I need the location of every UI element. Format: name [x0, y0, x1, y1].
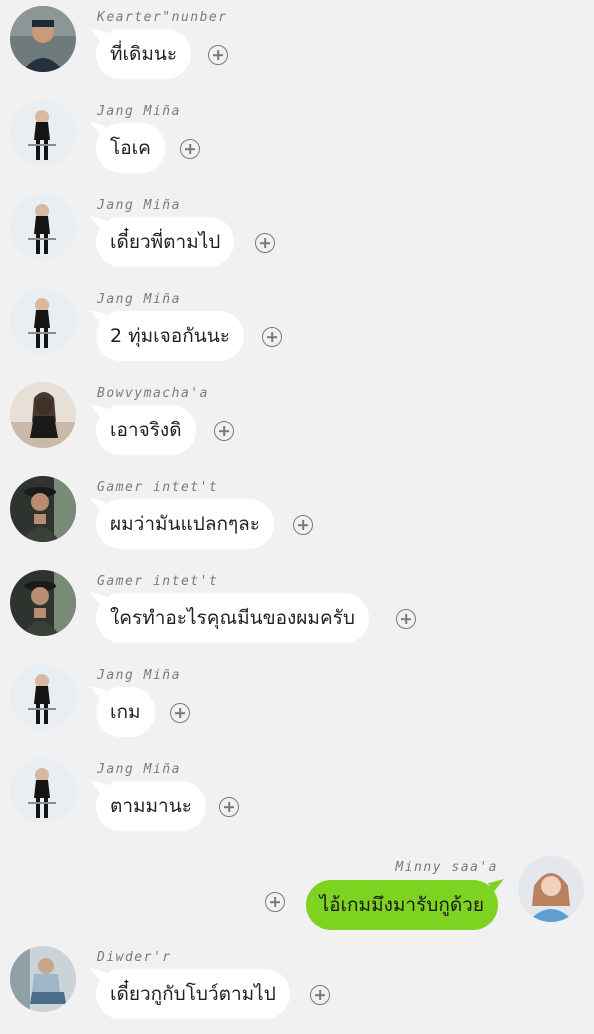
plus-circle-icon[interactable]: [214, 421, 234, 441]
plus-circle-icon[interactable]: [293, 515, 313, 535]
plus-circle-icon[interactable]: [208, 45, 228, 65]
avatar[interactable]: [10, 758, 76, 824]
sender-name: Diwder'r: [97, 950, 172, 965]
sender-name: Minny saa'a: [395, 860, 498, 875]
message-row: Gamer intet't ใครทำอะไรคุณมีนของผมครับ: [0, 564, 594, 658]
avatar[interactable]: [10, 382, 76, 448]
plus-circle-icon[interactable]: [265, 892, 285, 912]
message-bubble[interactable]: เอาจริงดิ: [96, 405, 196, 455]
message-bubble-outgoing[interactable]: ไอ้เกมมึงมารับกูด้วย: [305, 880, 498, 930]
avatar[interactable]: [10, 476, 76, 542]
message-bubble[interactable]: เดี๋ยวกูกับโบว์ตามไป: [96, 969, 290, 1019]
sender-name: Jang Miña: [97, 292, 181, 307]
plus-circle-icon[interactable]: [396, 609, 416, 629]
message-row: Jang Miña เกม: [0, 658, 594, 752]
message-bubble[interactable]: โอเค: [96, 123, 165, 173]
avatar[interactable]: [10, 6, 76, 72]
message-bubble[interactable]: ตามมานะ: [96, 781, 206, 831]
message-bubble[interactable]: เกม: [96, 687, 155, 737]
message-row-outgoing: Minny saa'a ไอ้เกมมึงมารับกูด้วย: [0, 846, 594, 940]
message-bubble[interactable]: 2 ทุ่มเจอกันนะ: [96, 311, 244, 361]
sender-name: Jang Miña: [97, 668, 181, 683]
avatar[interactable]: [10, 664, 76, 730]
sender-name: Bowvymacha'a: [97, 386, 209, 401]
plus-circle-icon[interactable]: [262, 327, 282, 347]
sender-name: Gamer intet't: [97, 480, 219, 495]
avatar[interactable]: [10, 288, 76, 354]
avatar[interactable]: [10, 570, 76, 636]
message-row: Jang Miña โอเค: [0, 94, 594, 188]
sender-name: Gamer intet't: [97, 574, 219, 589]
message-bubble[interactable]: ผมว่ามันแปลกๆละ: [96, 499, 275, 549]
sender-name: Jang Miña: [97, 198, 181, 213]
sender-name: Jang Miña: [97, 762, 181, 777]
plus-circle-icon[interactable]: [255, 233, 275, 253]
message-bubble[interactable]: เดี๋ยวพี่ตามไป: [96, 217, 235, 267]
message-row: Jang Miña 2 ทุ่มเจอกันนะ: [0, 282, 594, 376]
message-row: Jang Miña เดี๋ยวพี่ตามไป: [0, 188, 594, 282]
message-row: Gamer intet't ผมว่ามันแปลกๆละ: [0, 470, 594, 564]
avatar[interactable]: [10, 194, 76, 260]
message-bubble[interactable]: ใครทำอะไรคุณมีนของผมครับ: [96, 593, 369, 643]
message-bubble[interactable]: ที่เดิมนะ: [96, 29, 192, 79]
message-row: Diwder'r เดี๋ยวกูกับโบว์ตามไป: [0, 940, 594, 1034]
sender-name: Kearter"nunber: [97, 10, 228, 25]
avatar[interactable]: [10, 100, 76, 166]
sender-name: Jang Miña: [97, 104, 181, 119]
plus-circle-icon[interactable]: [219, 797, 239, 817]
plus-circle-icon[interactable]: [170, 703, 190, 723]
plus-circle-icon[interactable]: [180, 139, 200, 159]
message-row: Kearter"nunber ที่เดิมนะ: [0, 0, 594, 94]
avatar[interactable]: [518, 856, 584, 922]
plus-circle-icon[interactable]: [310, 985, 330, 1005]
avatar[interactable]: [10, 946, 76, 1012]
message-row: Jang Miña ตามมานะ: [0, 752, 594, 846]
message-row: Bowvymacha'a เอาจริงดิ: [0, 376, 594, 470]
